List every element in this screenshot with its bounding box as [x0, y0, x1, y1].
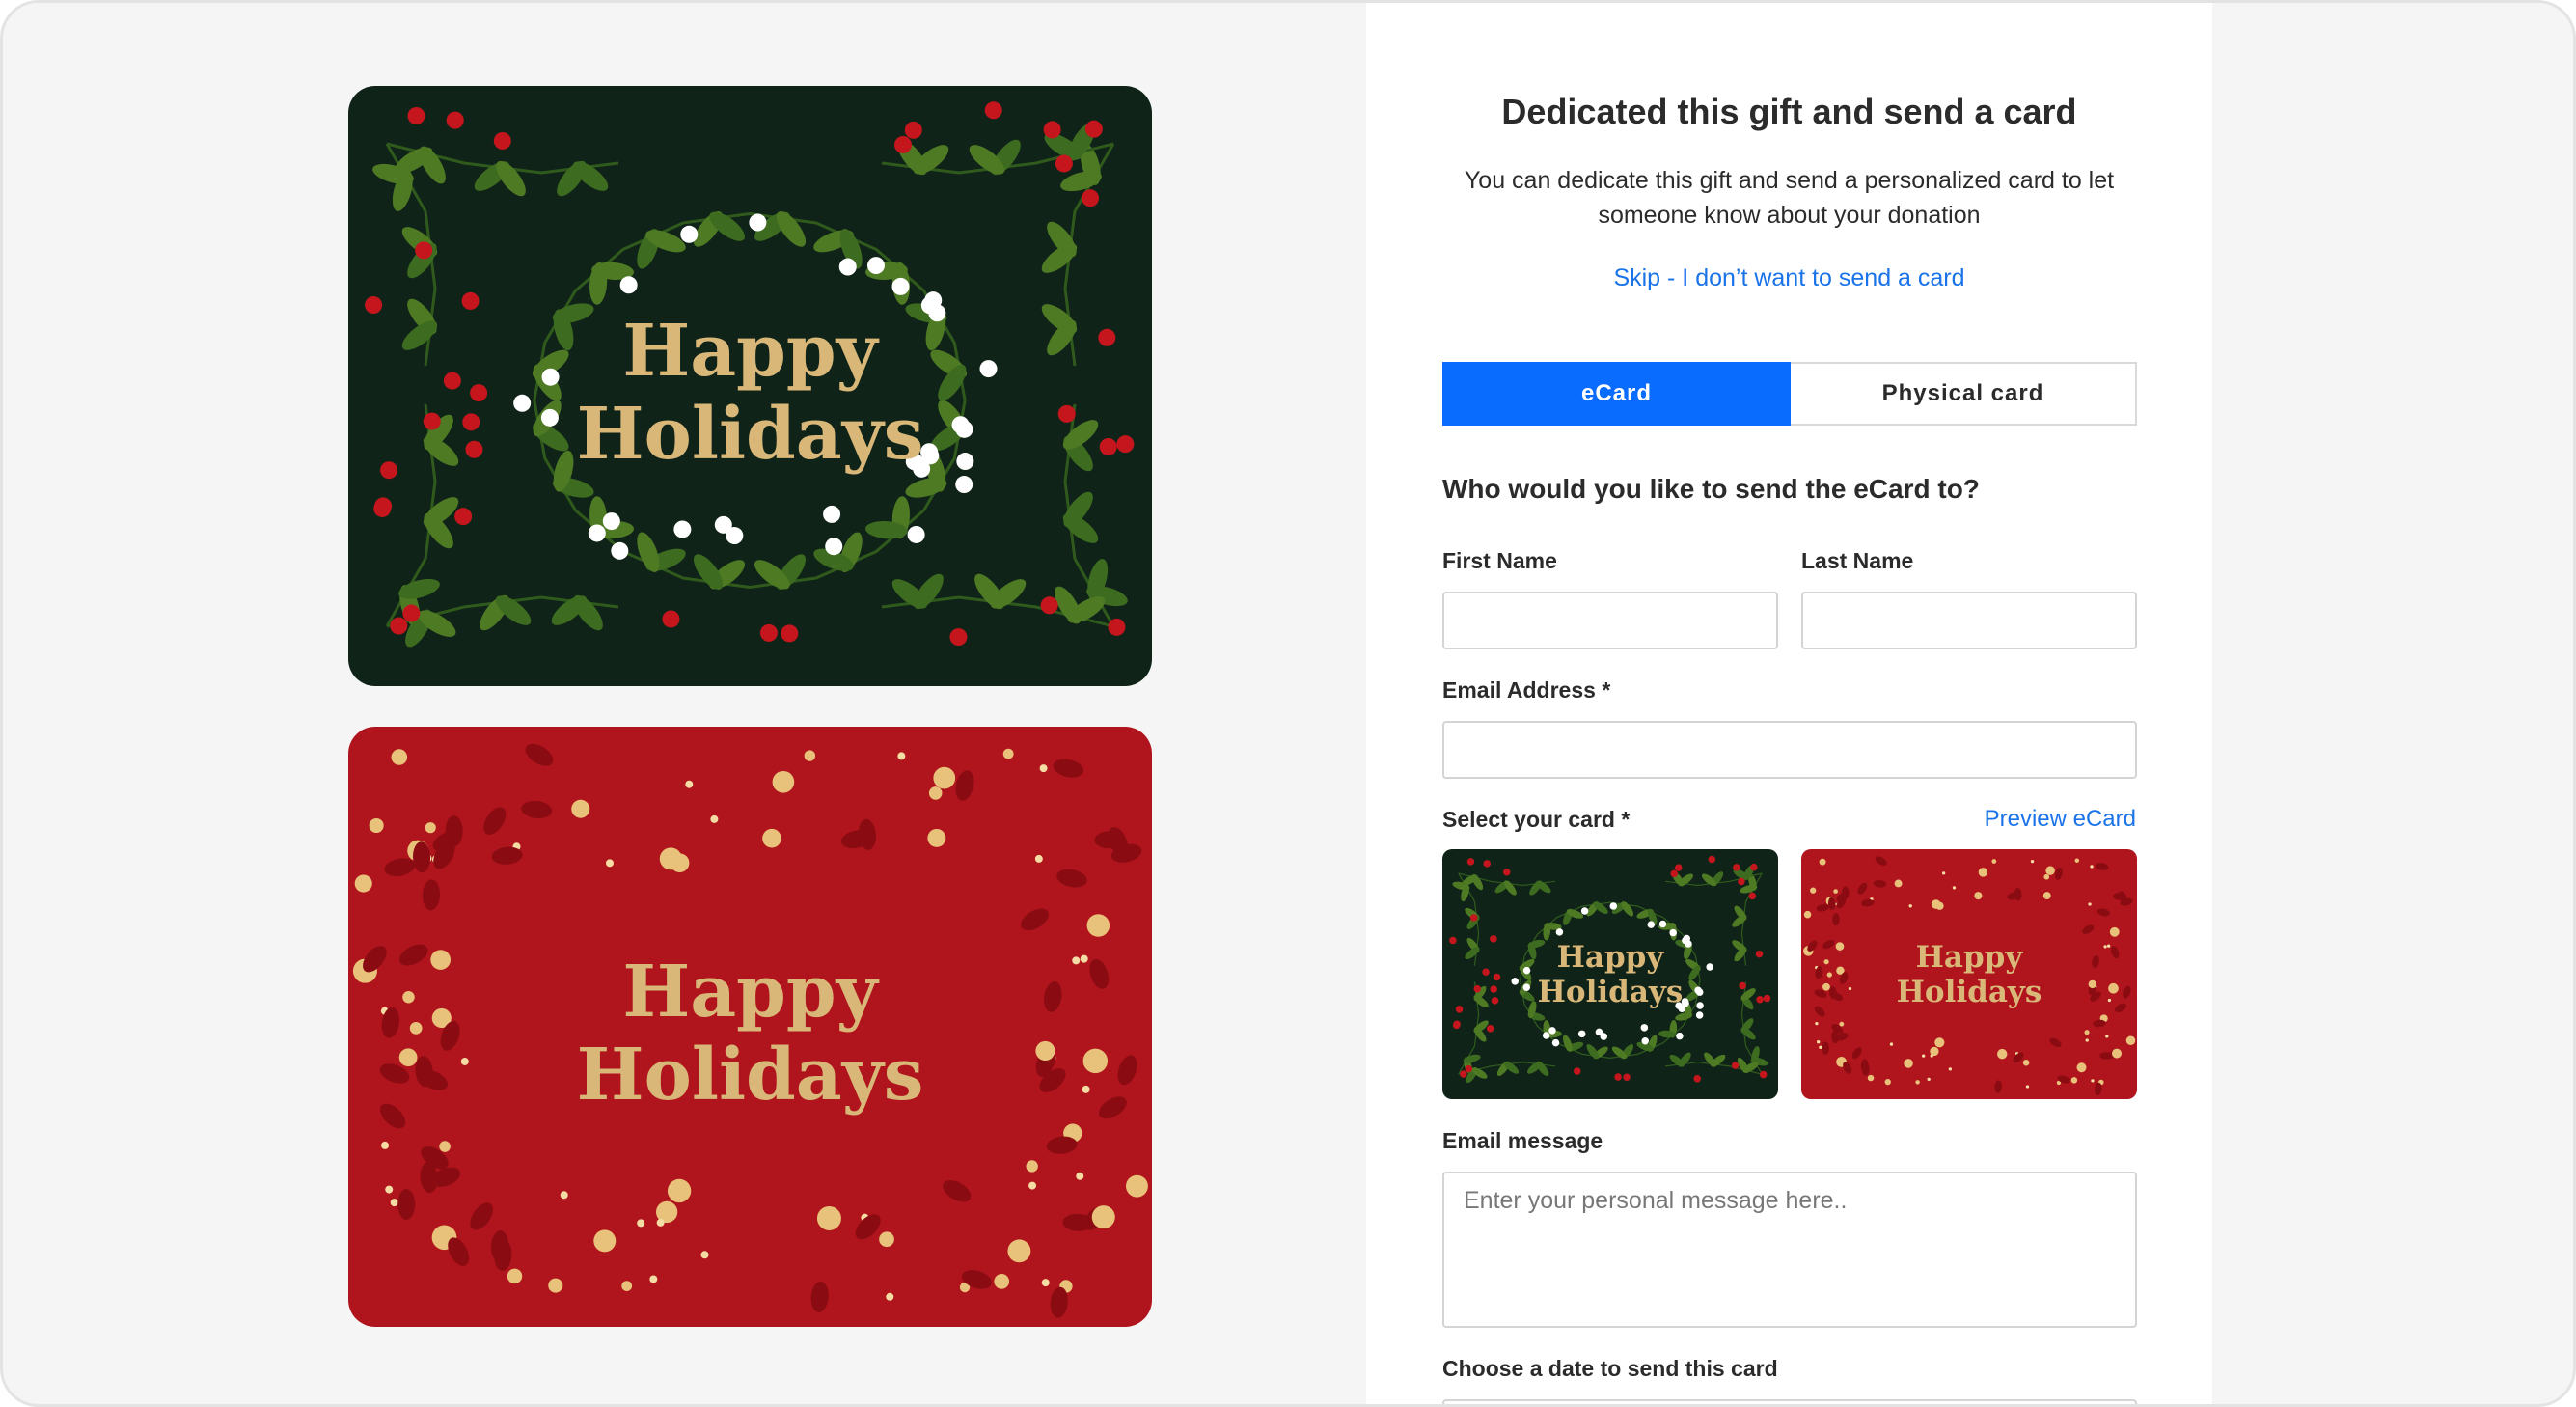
- send-date-input[interactable]: [1442, 1399, 2137, 1404]
- card-option-red[interactable]: Happy Holidays: [1801, 849, 2137, 1099]
- card-greeting-line1: Happy: [622, 310, 878, 393]
- last-name-label: Last Name: [1801, 548, 1914, 573]
- first-name-label: First Name: [1442, 548, 1557, 573]
- email-input[interactable]: [1442, 721, 2137, 779]
- card-greeting-line2: Holidays: [1537, 975, 1684, 1009]
- red-card-preview: Happy Holidays: [348, 727, 1152, 1327]
- card-greeting-line2: Holidays: [576, 393, 924, 476]
- email-message-label: Email message: [1442, 1128, 1603, 1153]
- tab-physical-card[interactable]: Physical card: [1791, 362, 2137, 426]
- app-frame: Happy Holidays Happy Holidays Dedicated …: [0, 0, 2576, 1407]
- card-greeting-line2: Holidays: [576, 1034, 924, 1117]
- page-subtitle: You can dedicate this gift and send a pe…: [1464, 167, 2115, 229]
- card-option-green[interactable]: Happy Holidays: [1442, 849, 1778, 1099]
- card-type-tabs: eCard Physical card: [1442, 362, 2137, 426]
- card-form-panel: Dedicated this gift and send a card You …: [1366, 3, 2212, 1404]
- card-greeting-line1: Happy: [1556, 940, 1664, 975]
- send-date-label: Choose a date to send this card: [1442, 1356, 1778, 1381]
- first-name-input[interactable]: [1442, 592, 1778, 649]
- page-title: Dedicated this gift and send a card: [1501, 92, 2077, 131]
- card-greeting-line2: Holidays: [1896, 975, 2042, 1009]
- email-label: Email Address *: [1442, 677, 1611, 703]
- recipient-question: Who would you like to send the eCard to?: [1442, 474, 1980, 504]
- select-card-label: Select your card *: [1442, 807, 1631, 832]
- last-name-input[interactable]: [1801, 592, 2137, 649]
- email-message-textarea[interactable]: Enter your personal message here..: [1442, 1172, 2137, 1328]
- tab-ecard[interactable]: eCard: [1442, 362, 1791, 426]
- preview-ecard-link[interactable]: Preview eCard: [1985, 806, 2136, 833]
- green-card-preview: Happy Holidays: [348, 86, 1152, 686]
- skip-card-link[interactable]: Skip - I don’t want to send a card: [1366, 264, 2212, 292]
- card-greeting-line1: Happy: [1915, 940, 2023, 975]
- card-greeting-line1: Happy: [622, 951, 878, 1034]
